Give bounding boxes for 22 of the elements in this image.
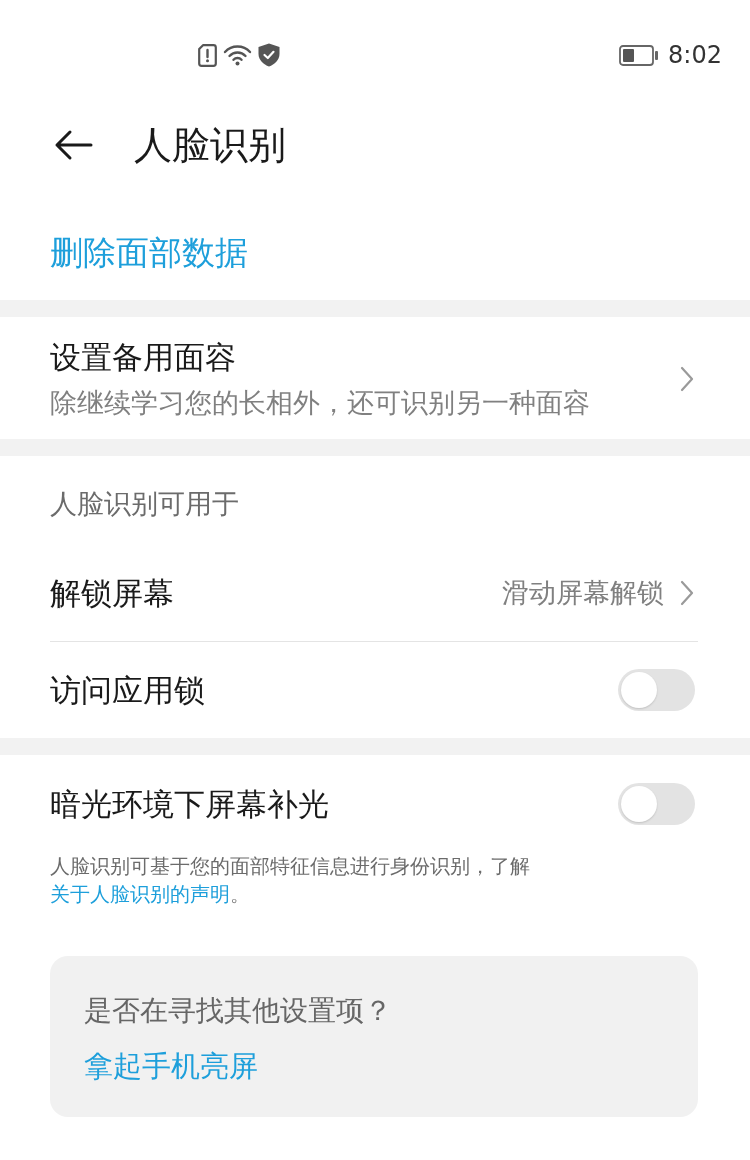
setting-title[interactable]: 设置备用面容 xyxy=(50,337,664,377)
toggle-switch[interactable] xyxy=(618,782,695,825)
toggle-switch[interactable] xyxy=(618,669,695,711)
chevron-right-icon xyxy=(680,366,694,392)
setting-value: 滑动屏幕解锁 xyxy=(502,575,664,610)
footnote-text: 人脸识别可基于您的面部特征信息进行身份识别，了解 关于人脸识别的声明。 xyxy=(50,853,531,908)
statement-link[interactable]: 关于人脸识别的声明 xyxy=(50,882,230,906)
page-title: 人脸识别 xyxy=(134,122,286,169)
delete-face-data-button[interactable]: 删除面部数据 xyxy=(50,231,248,275)
suggestion-link[interactable]: 拿起手机亮屏 xyxy=(84,1048,258,1084)
chevron-right-icon xyxy=(680,579,694,606)
setting-description: 除继续学习您的长相外，还可识别另一种面容 xyxy=(50,386,591,420)
section-header: 人脸识别可用于 xyxy=(50,487,240,521)
wifi-icon xyxy=(223,44,252,66)
battery-icon xyxy=(619,44,659,66)
sim-alert-icon xyxy=(198,43,217,67)
setting-title[interactable]: 解锁屏幕 xyxy=(50,572,486,613)
status-time: 8:02 xyxy=(668,41,722,69)
shield-check-icon xyxy=(258,43,280,67)
suggestion-question: 是否在寻找其他设置项？ xyxy=(84,993,392,1029)
setting-title: 访问应用锁 xyxy=(50,671,206,710)
setting-title: 暗光环境下屏幕补光 xyxy=(50,784,330,824)
